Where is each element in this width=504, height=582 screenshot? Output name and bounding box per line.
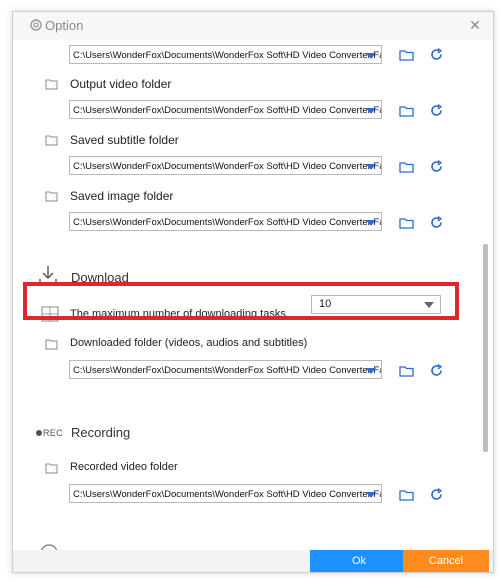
chevron-down-icon <box>424 302 434 308</box>
output-video-folder-label: Output video folder <box>70 77 172 91</box>
refresh-icon[interactable] <box>429 215 444 230</box>
settings-icon <box>41 544 57 550</box>
recorded-video-folder-label: Recorded video folder <box>70 461 178 473</box>
output-video-folder-select[interactable]: C:\Users\WonderFox\Documents\WonderFox S… <box>69 100 382 119</box>
saved-image-folder-select[interactable]: C:\Users\WonderFox\Documents\WonderFox S… <box>69 212 382 231</box>
refresh-icon[interactable] <box>429 47 444 62</box>
max-tasks-value: 10 <box>319 298 332 310</box>
recorded-video-folder-select[interactable]: C:\Users\WonderFox\Documents\WonderFox S… <box>69 484 382 503</box>
downloaded-folder-select[interactable]: C:\Users\WonderFox\Documents\WonderFox S… <box>69 360 382 379</box>
chevron-down-icon <box>366 220 376 226</box>
rec-icon: REC <box>36 428 63 438</box>
refresh-icon[interactable] <box>429 159 444 174</box>
folder-icon <box>45 339 58 350</box>
ok-button[interactable]: Ok <box>310 550 408 572</box>
saved-subtitle-folder-label: Saved subtitle folder <box>70 133 179 147</box>
gear-icon <box>30 19 42 31</box>
refresh-icon[interactable] <box>429 363 444 378</box>
folder-path-select-0[interactable]: C:\Users\WonderFox\Documents\WonderFox S… <box>69 45 382 64</box>
open-folder-icon[interactable] <box>399 104 415 117</box>
folder-path-text: C:\Users\WonderFox\Documents\WonderFox S… <box>73 161 382 172</box>
folder-path-text: C:\Users\WonderFox\Documents\WonderFox S… <box>73 105 382 116</box>
refresh-icon[interactable] <box>429 103 444 118</box>
downloaded-folder-label: Downloaded folder (videos, audios and su… <box>70 337 308 349</box>
open-folder-icon[interactable] <box>399 216 415 229</box>
saved-image-folder-label: Saved image folder <box>70 189 174 203</box>
folder-icon <box>45 79 58 90</box>
open-folder-icon[interactable] <box>399 160 415 173</box>
chevron-down-icon <box>366 492 376 498</box>
folder-icon <box>45 463 58 474</box>
scrollbar-thumb[interactable] <box>483 244 488 452</box>
dialog-footer: Ok Cancel <box>13 550 493 572</box>
folder-path-text: C:\Users\WonderFox\Documents\WonderFox S… <box>73 365 382 376</box>
close-button[interactable]: ✕ <box>467 17 483 33</box>
recording-section-heading: Recording <box>71 425 131 440</box>
folder-path-text: C:\Users\WonderFox\Documents\WonderFox S… <box>73 489 382 500</box>
cancel-button[interactable]: Cancel <box>403 550 489 572</box>
chevron-down-icon <box>366 164 376 170</box>
folder-icon <box>45 191 58 202</box>
open-folder-icon[interactable] <box>399 364 415 377</box>
rec-badge-text: REC <box>43 428 63 438</box>
folder-path-text: C:\Users\WonderFox\Documents\WonderFox S… <box>73 217 382 228</box>
window-title: Option <box>45 18 84 33</box>
max-tasks-select[interactable]: 10 <box>311 295 441 314</box>
saved-subtitle-folder-select[interactable]: C:\Users\WonderFox\Documents\WonderFox S… <box>69 156 382 175</box>
option-dialog: Option ✕ C:\Users\WonderFox\Documents\Wo… <box>12 11 494 573</box>
titlebar: Option ✕ <box>13 12 493 40</box>
refresh-icon[interactable] <box>429 487 444 502</box>
chevron-down-icon <box>366 53 376 59</box>
folder-path-text: C:\Users\WonderFox\Documents\WonderFox S… <box>73 50 382 61</box>
chevron-down-icon <box>366 108 376 114</box>
open-folder-icon[interactable] <box>399 488 415 501</box>
chevron-down-icon <box>366 368 376 374</box>
open-folder-icon[interactable] <box>399 48 415 61</box>
folder-icon <box>45 135 58 146</box>
